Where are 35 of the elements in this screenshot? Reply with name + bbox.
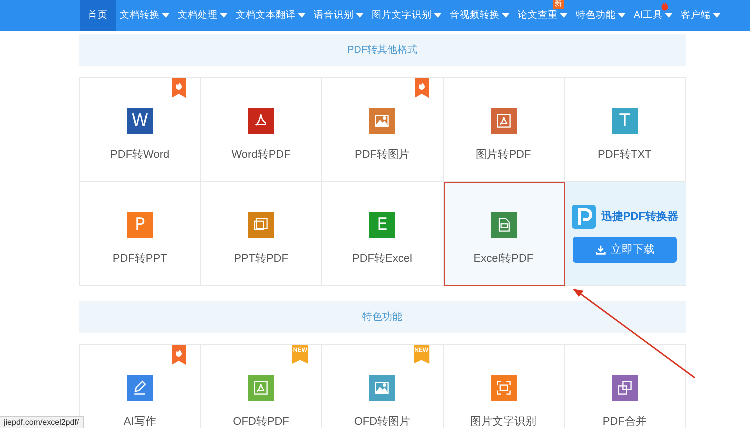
tool-label: PDF转Word <box>110 148 170 162</box>
tool-tile[interactable]: PDF转图片 <box>322 78 444 182</box>
tool-tile[interactable]: P PDF转PPT <box>80 182 202 286</box>
tool-tile[interactable]: W PDF转Word <box>80 78 202 182</box>
tool-label: PDF转Excel <box>352 252 412 266</box>
tool-label: PDF合并 <box>602 414 647 428</box>
download-icon <box>596 244 606 254</box>
tool-tile[interactable]: PDF合并 <box>564 345 686 428</box>
tool-label: PDF转TXT <box>598 148 652 162</box>
app-logo-icon <box>572 204 596 228</box>
tool-tile[interactable]: E PDF转Excel <box>322 182 444 286</box>
tool-label: Excel转PDF <box>474 252 534 266</box>
tool-label: PPT转PDF <box>234 252 288 266</box>
tool-label: 图片文字识别 <box>470 414 537 428</box>
tool-icon: W <box>127 108 154 134</box>
tool-label: PDF转PPT <box>112 252 168 266</box>
status-url: jiepdf.com/excel2pdf/ <box>0 416 84 428</box>
tool-label: OFD转PDF <box>233 415 290 428</box>
tool-tile[interactable]: PPT转PDF <box>201 182 322 286</box>
tool-label: PDF转图片 <box>354 148 410 162</box>
tool-icon: E <box>369 212 396 238</box>
section-title: 特色功能 <box>362 310 402 324</box>
tool-tile[interactable]: 图片文字识别 <box>444 345 565 428</box>
section-title: PDF转其他格式 <box>348 44 418 57</box>
tool-label: 图片转PDF <box>476 148 532 162</box>
tool-label: Word转PDF <box>232 148 291 162</box>
app-name: 迅捷PDF转换器 <box>601 210 678 224</box>
flame-icon <box>660 1 669 11</box>
tool-tile[interactable]: Word转PDF <box>201 78 322 182</box>
tool-tile[interactable]: Excel转PDF <box>444 182 565 286</box>
tool-label: OFD转图片 <box>354 415 411 428</box>
nav-item[interactable]: 首页 <box>80 0 116 31</box>
tool-label: AI写作 <box>124 415 156 428</box>
tool-icon: P <box>127 212 154 238</box>
tool-icon: T <box>612 108 638 134</box>
